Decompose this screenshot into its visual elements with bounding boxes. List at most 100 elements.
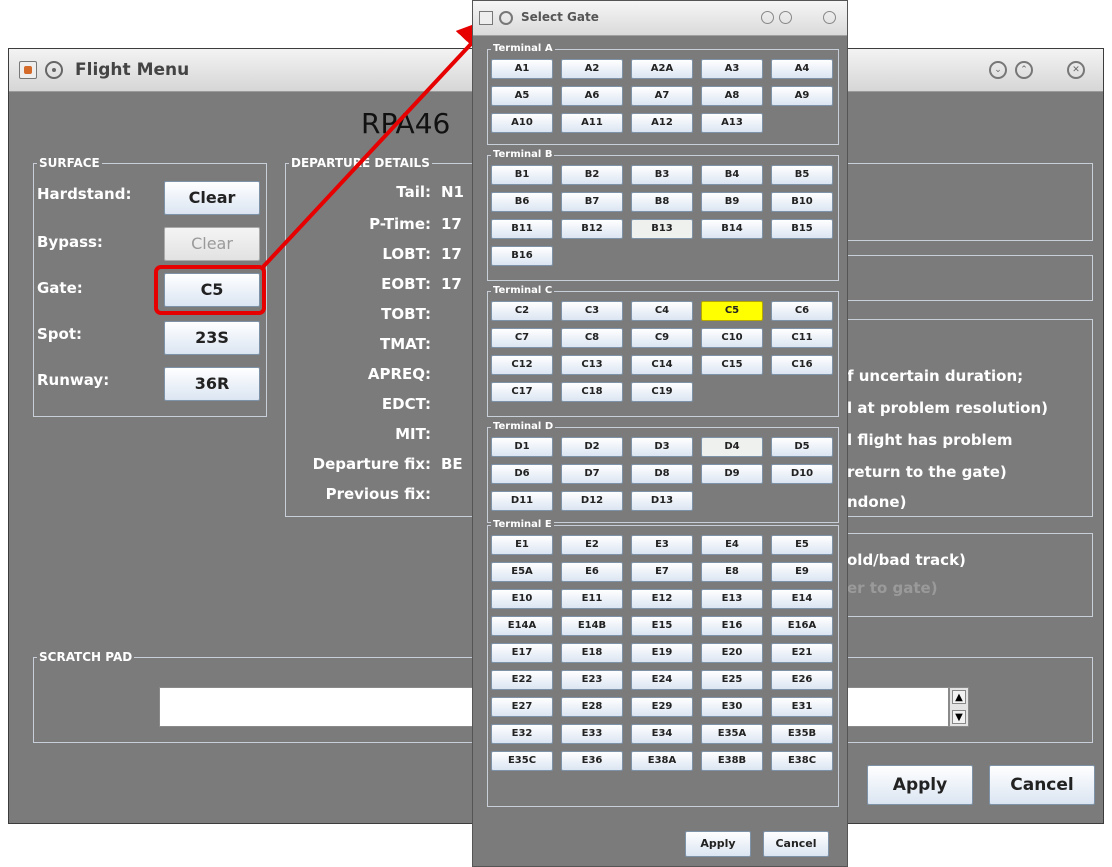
gate-button-b13[interactable]: B13 (631, 219, 693, 239)
gate-button-b10[interactable]: B10 (771, 192, 833, 212)
gate-button-c12[interactable]: C12 (491, 355, 553, 375)
gate-button-d11[interactable]: D11 (491, 491, 553, 511)
gate-button-b4[interactable]: B4 (701, 165, 763, 185)
gate-button-c10[interactable]: C10 (701, 328, 763, 348)
gate-button-e8[interactable]: E8 (701, 562, 763, 582)
gate-button-a5[interactable]: A5 (491, 86, 553, 106)
gate-button-e38b[interactable]: E38B (701, 751, 763, 771)
gate-button-d6[interactable]: D6 (491, 464, 553, 484)
gate-button-c19[interactable]: C19 (631, 382, 693, 402)
gate-button-b12[interactable]: B12 (561, 219, 623, 239)
gate-button-e35c[interactable]: E35C (491, 751, 553, 771)
gate-button-e21[interactable]: E21 (771, 643, 833, 663)
gate-button-e23[interactable]: E23 (561, 670, 623, 690)
gate-button-b9[interactable]: B9 (701, 192, 763, 212)
gate-button-d2[interactable]: D2 (561, 437, 623, 457)
gate-button-d1[interactable]: D1 (491, 437, 553, 457)
gate-button-e14b[interactable]: E14B (561, 616, 623, 636)
gate-button-d9[interactable]: D9 (701, 464, 763, 484)
gate-button-c7[interactable]: C7 (491, 328, 553, 348)
gate-button-a10[interactable]: A10 (491, 113, 553, 133)
dialog-cancel-button[interactable]: Cancel (763, 831, 829, 857)
gate-button-e10[interactable]: E10 (491, 589, 553, 609)
gate-button-c16[interactable]: C16 (771, 355, 833, 375)
gate-button-e22[interactable]: E22 (491, 670, 553, 690)
gate-button-e7[interactable]: E7 (631, 562, 693, 582)
gate-button-a2[interactable]: A2 (561, 59, 623, 79)
gate-button-b2[interactable]: B2 (561, 165, 623, 185)
gate-button-c3[interactable]: C3 (561, 301, 623, 321)
gate-button-e28[interactable]: E28 (561, 697, 623, 717)
minimize-icon[interactable] (761, 11, 774, 24)
gate-button-e25[interactable]: E25 (701, 670, 763, 690)
gate-button-e35a[interactable]: E35A (701, 724, 763, 744)
gate-button-c14[interactable]: C14 (631, 355, 693, 375)
gate-button-a1[interactable]: A1 (491, 59, 553, 79)
gate-button-e2[interactable]: E2 (561, 535, 623, 555)
gate-button-e26[interactable]: E26 (771, 670, 833, 690)
gate-button-e32[interactable]: E32 (491, 724, 553, 744)
gate-button-e24[interactable]: E24 (631, 670, 693, 690)
gate-button-b14[interactable]: B14 (701, 219, 763, 239)
gate-button-b3[interactable]: B3 (631, 165, 693, 185)
gate-button-e35b[interactable]: E35B (771, 724, 833, 744)
gate-button-b8[interactable]: B8 (631, 192, 693, 212)
gate-button-a4[interactable]: A4 (771, 59, 833, 79)
gate-button-b16[interactable]: B16 (491, 246, 553, 266)
gate-button-a3[interactable]: A3 (701, 59, 763, 79)
gate-button-e36[interactable]: E36 (561, 751, 623, 771)
gate-button-b1[interactable]: B1 (491, 165, 553, 185)
gate-button-e16[interactable]: E16 (701, 616, 763, 636)
gate-button-e38c[interactable]: E38C (771, 751, 833, 771)
gate-button-b15[interactable]: B15 (771, 219, 833, 239)
gate-button-c17[interactable]: C17 (491, 382, 553, 402)
gate-button-a6[interactable]: A6 (561, 86, 623, 106)
gate-button-e18[interactable]: E18 (561, 643, 623, 663)
gate-button-b6[interactable]: B6 (491, 192, 553, 212)
gate-button-d8[interactable]: D8 (631, 464, 693, 484)
dialog-apply-button[interactable]: Apply (685, 831, 751, 857)
gate-button-c18[interactable]: C18 (561, 382, 623, 402)
gate-button-c4[interactable]: C4 (631, 301, 693, 321)
gate-button-c5[interactable]: C5 (701, 301, 763, 321)
gate-button-a12[interactable]: A12 (631, 113, 693, 133)
gate-button-e38a[interactable]: E38A (631, 751, 693, 771)
gate-button-a13[interactable]: A13 (701, 113, 763, 133)
gate-button-c11[interactable]: C11 (771, 328, 833, 348)
gate-button-b7[interactable]: B7 (561, 192, 623, 212)
gate-button-b5[interactable]: B5 (771, 165, 833, 185)
gate-button-d3[interactable]: D3 (631, 437, 693, 457)
maximize-icon[interactable] (779, 11, 792, 24)
gate-button-e17[interactable]: E17 (491, 643, 553, 663)
gate-button-d13[interactable]: D13 (631, 491, 693, 511)
gate-button-e30[interactable]: E30 (701, 697, 763, 717)
gate-button-e12[interactable]: E12 (631, 589, 693, 609)
gate-button-e27[interactable]: E27 (491, 697, 553, 717)
gate-button-c13[interactable]: C13 (561, 355, 623, 375)
gate-button-e16a[interactable]: E16A (771, 616, 833, 636)
gate-button-e29[interactable]: E29 (631, 697, 693, 717)
gate-button-e14[interactable]: E14 (771, 589, 833, 609)
gate-button-e33[interactable]: E33 (561, 724, 623, 744)
gate-button-b11[interactable]: B11 (491, 219, 553, 239)
gate-button-c9[interactable]: C9 (631, 328, 693, 348)
gate-button-e20[interactable]: E20 (701, 643, 763, 663)
gate-button-e5[interactable]: E5 (771, 535, 833, 555)
gate-button-e19[interactable]: E19 (631, 643, 693, 663)
gate-button-e11[interactable]: E11 (561, 589, 623, 609)
gate-button-d7[interactable]: D7 (561, 464, 623, 484)
gate-button-e13[interactable]: E13 (701, 589, 763, 609)
gate-button-a7[interactable]: A7 (631, 86, 693, 106)
gate-button-e1[interactable]: E1 (491, 535, 553, 555)
gate-button-e9[interactable]: E9 (771, 562, 833, 582)
window-menu-icon[interactable] (499, 11, 513, 25)
gate-button-d12[interactable]: D12 (561, 491, 623, 511)
gate-button-c15[interactable]: C15 (701, 355, 763, 375)
gate-button-e3[interactable]: E3 (631, 535, 693, 555)
gate-button-e14a[interactable]: E14A (491, 616, 553, 636)
gate-button-d5[interactable]: D5 (771, 437, 833, 457)
gate-button-e34[interactable]: E34 (631, 724, 693, 744)
gate-button-d4[interactable]: D4 (701, 437, 763, 457)
gate-button-c6[interactable]: C6 (771, 301, 833, 321)
gate-button-e5a[interactable]: E5A (491, 562, 553, 582)
